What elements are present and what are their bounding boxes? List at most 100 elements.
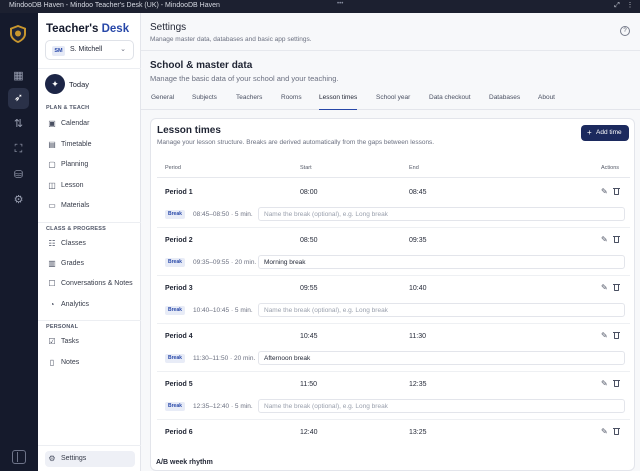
sidebar-item-calendar[interactable]: ▣ Calendar: [45, 116, 135, 132]
today-icon: [45, 74, 65, 94]
edit-icon[interactable]: ✎: [601, 331, 608, 340]
section-personal: PERSONAL: [46, 324, 79, 330]
end-time[interactable]: 13:25: [409, 429, 427, 436]
break-badge: Break: [165, 402, 185, 411]
end-time[interactable]: 08:45: [409, 189, 427, 196]
table-row: Period 6 12:40 13:25 ✎: [157, 419, 630, 467]
window-title: MindooDB Haven - Mindoo Teacher's Desk (…: [9, 2, 220, 9]
start-time[interactable]: 10:45: [300, 333, 318, 340]
break-name-input[interactable]: [258, 303, 625, 317]
brand-part-1: Teacher's: [46, 23, 102, 35]
tab-data-checkout[interactable]: Data checkout: [429, 94, 471, 110]
app-logo-icon[interactable]: [10, 25, 26, 43]
break-name-input[interactable]: [258, 351, 625, 365]
edit-icon[interactable]: ✎: [601, 379, 608, 388]
trash-icon[interactable]: [613, 379, 620, 387]
divider: [141, 50, 640, 51]
break-name-input[interactable]: [258, 207, 625, 221]
add-time-button[interactable]: + Add time: [581, 125, 629, 141]
add-time-label: Add time: [596, 129, 622, 136]
period-name: Period 1: [165, 189, 193, 196]
sidebar-item-label: Tasks: [61, 338, 79, 345]
section-subtitle: Manage the basic data of your school and…: [150, 74, 339, 83]
tab-teachers[interactable]: Teachers: [236, 94, 262, 110]
tab-school-year[interactable]: School year: [376, 94, 410, 110]
period-name: Period 2: [165, 237, 193, 244]
table-header: Period Start End Actions: [157, 159, 630, 178]
sidebar-item-materials[interactable]: ▭ Materials: [45, 198, 135, 214]
break-time: 08:45–08:50 · 5 min.: [193, 211, 253, 218]
trash-icon[interactable]: [613, 427, 620, 435]
edit-icon[interactable]: ✎: [601, 235, 608, 244]
divider: [38, 68, 141, 69]
table-row: Period 5 11:50 12:35 ✎ Break 12:35–12:40…: [157, 371, 630, 419]
sidebar-item-settings[interactable]: ⚙ Settings: [45, 451, 135, 467]
dashboard-icon[interactable]: ▦: [8, 66, 29, 87]
sidebar-item-planning[interactable]: ▢ Planning: [45, 157, 135, 173]
break-name-input[interactable]: [258, 255, 625, 269]
edit-icon[interactable]: ✎: [601, 187, 608, 196]
sidebar-item-lesson[interactable]: ◫ Lesson: [45, 178, 135, 194]
sidebar-item-label: Settings: [61, 455, 87, 462]
analytics-icon: ◔: [49, 300, 55, 309]
drag-handle-icon[interactable]: •••: [337, 1, 343, 7]
tab-lesson-times[interactable]: Lesson times: [319, 94, 358, 110]
sidebar-item-conversations[interactable]: ☐ Conversations & Notes: [45, 276, 135, 292]
end-time[interactable]: 09:35: [409, 237, 427, 244]
users-icon: ☷: [48, 239, 56, 248]
sidebar-item-label: Today: [69, 80, 90, 89]
sidebar-toggle-icon[interactable]: [12, 450, 26, 464]
period-name: Period 5: [165, 381, 193, 388]
edit-icon[interactable]: ✎: [601, 427, 608, 436]
expand-icon[interactable]: ⤢: [613, 2, 621, 10]
database-icon[interactable]: ⛁: [8, 165, 29, 186]
start-time[interactable]: 08:00: [300, 189, 318, 196]
divider: [38, 320, 141, 321]
end-time[interactable]: 11:30: [409, 333, 426, 340]
tab-subjects[interactable]: Subjects: [192, 94, 217, 110]
end-time[interactable]: 10:40: [409, 285, 427, 292]
tab-databases[interactable]: Databases: [489, 94, 520, 110]
start-time[interactable]: 09:55: [300, 285, 318, 292]
more-icon[interactable]: ⋮: [626, 2, 634, 10]
start-time[interactable]: 11:50: [300, 381, 317, 388]
sidebar-item-label: Lesson: [61, 182, 84, 189]
scan-icon[interactable]: ⛶: [8, 139, 29, 160]
folder-icon: ▭: [48, 201, 56, 210]
tab-general[interactable]: General: [151, 94, 174, 110]
sidebar-item-classes[interactable]: ☷ Classes: [45, 236, 135, 252]
notes-icon: ▯: [49, 358, 55, 367]
sliders-icon[interactable]: ⚙: [8, 190, 29, 211]
sidebar-item-notes[interactable]: ▯ Notes: [45, 355, 135, 371]
break-name-input[interactable]: [258, 399, 625, 413]
break-time: 09:35–09:55 · 20 min.: [193, 259, 257, 266]
table-row: Period 1 08:00 08:45 ✎ Break 08:45–08:50…: [157, 179, 630, 227]
user-name: S. Mitchell: [70, 46, 103, 53]
edit-icon[interactable]: ✎: [601, 283, 608, 292]
sidebar-item-tasks[interactable]: ☑ Tasks: [45, 334, 135, 350]
sidebar-item-label: Notes: [61, 359, 80, 366]
start-time[interactable]: 12:40: [300, 429, 318, 436]
tab-about[interactable]: About: [538, 94, 555, 110]
sidebar-item-label: Conversations & Notes: [61, 280, 133, 287]
trash-icon[interactable]: [613, 187, 620, 195]
end-time[interactable]: 12:35: [409, 381, 427, 388]
rocket-icon[interactable]: ➶: [8, 88, 29, 109]
sidebar-item-grades[interactable]: ▥ Grades: [45, 256, 135, 272]
trash-icon[interactable]: [613, 235, 620, 243]
user-selector[interactable]: SM S. Mitchell ⌄: [45, 40, 134, 60]
help-icon[interactable]: ?: [620, 26, 630, 36]
start-time[interactable]: 08:50: [300, 237, 318, 244]
transfer-icon[interactable]: ⇅: [8, 114, 29, 135]
break-badge: Break: [165, 354, 185, 363]
trash-icon[interactable]: [613, 283, 620, 291]
sidebar-item-analytics[interactable]: ◔ Analytics: [45, 297, 135, 313]
tab-rooms[interactable]: Rooms: [281, 94, 302, 110]
lesson-times-card: Lesson times Manage your lesson structur…: [150, 118, 635, 471]
sidebar-item-timetable[interactable]: ▤ Timetable: [45, 137, 135, 153]
trash-icon[interactable]: [613, 331, 620, 339]
table-row: Period 3 09:55 10:40 ✎ Break 10:40–10:45…: [157, 275, 630, 323]
break-badge: Break: [165, 258, 185, 267]
section-title: School & master data: [150, 60, 253, 71]
calendar-icon: ▣: [48, 119, 56, 128]
